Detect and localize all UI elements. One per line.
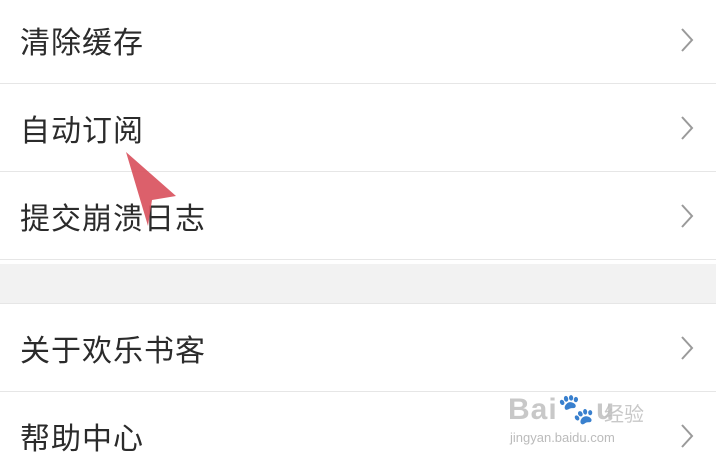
settings-item-label: 帮助中心 [20, 421, 144, 457]
settings-item-clear-cache[interactable]: 清除缓存 [0, 0, 716, 84]
settings-item-auto-subscribe[interactable]: 自动订阅 [0, 84, 716, 172]
settings-item-label: 提交崩溃日志 [20, 201, 206, 237]
chevron-right-icon [680, 203, 694, 229]
chevron-right-icon [680, 115, 694, 141]
settings-group-1: 清除缓存 自动订阅 提交崩溃日志 [0, 0, 716, 260]
settings-group-2: 关于欢乐书客 帮助中心 [0, 304, 716, 464]
settings-item-label: 关于欢乐书客 [20, 333, 206, 369]
settings-item-about[interactable]: 关于欢乐书客 [0, 304, 716, 392]
chevron-right-icon [680, 27, 694, 53]
settings-item-label: 自动订阅 [20, 113, 144, 149]
chevron-right-icon [680, 335, 694, 361]
settings-screen: 清除缓存 自动订阅 提交崩溃日志 关于欢乐书客 帮助中心 Bai🐾u 经验 ji… [0, 0, 716, 464]
settings-item-help-center[interactable]: 帮助中心 [0, 392, 716, 464]
chevron-right-icon [680, 423, 694, 449]
settings-item-label: 清除缓存 [20, 25, 144, 61]
section-separator [0, 264, 716, 304]
settings-item-submit-crash-log[interactable]: 提交崩溃日志 [0, 172, 716, 260]
